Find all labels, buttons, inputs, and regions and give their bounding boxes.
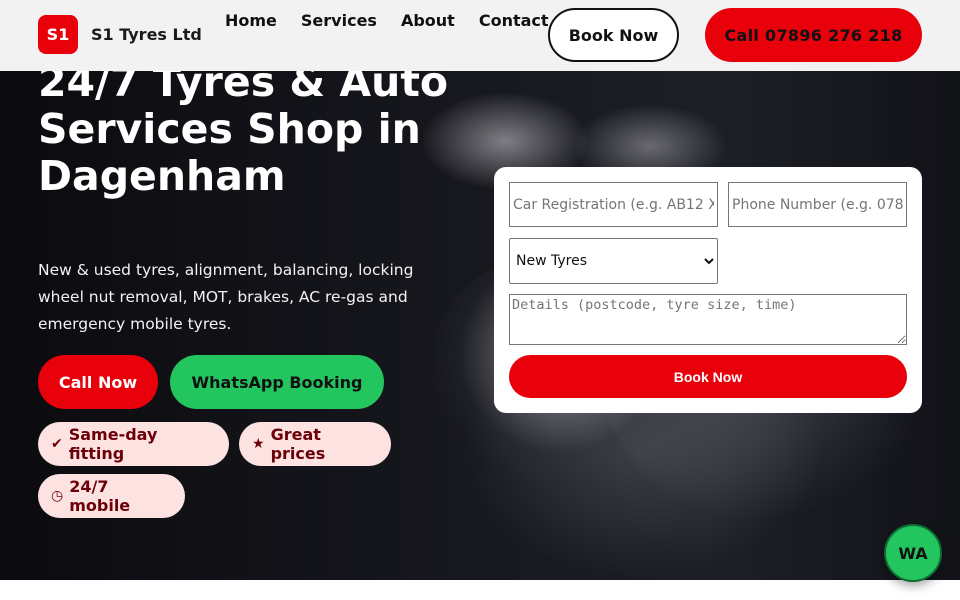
booking-form: New Tyres Book Now xyxy=(494,167,922,413)
hero-subtitle: New & used tyres, alignment, balancing, … xyxy=(38,261,414,333)
feature-pill-same-day: ✔ Same-day fitting xyxy=(38,422,229,466)
feature-pill-mobile: ◷ 24/7 mobile xyxy=(38,474,185,518)
phone-input[interactable] xyxy=(728,182,907,227)
call-now-button[interactable]: Call Now xyxy=(38,355,158,409)
pill-label: 24/7 mobile xyxy=(69,477,131,515)
tag-icon: ★ xyxy=(252,436,265,452)
logo-badge[interactable]: S1 xyxy=(38,15,78,54)
registration-input[interactable] xyxy=(509,182,718,227)
main-nav: Home Services About Contact xyxy=(225,11,573,30)
clock-icon: ◷ xyxy=(51,488,64,504)
nav-about[interactable]: About xyxy=(401,11,455,30)
header-book-button[interactable]: Book Now xyxy=(548,8,679,62)
pill-label: Same-day fitting xyxy=(68,425,158,463)
nav-services[interactable]: Services xyxy=(301,11,377,30)
service-select[interactable]: New Tyres xyxy=(509,238,718,284)
header-call-button[interactable]: Call 07896 276 218 xyxy=(705,8,922,62)
whatsapp-booking-button[interactable]: WhatsApp Booking xyxy=(170,355,384,409)
nav-home[interactable]: Home xyxy=(225,11,277,30)
form-book-button[interactable]: Book Now xyxy=(509,355,907,398)
nav-contact[interactable]: Contact xyxy=(479,11,549,30)
check-icon: ✔ xyxy=(51,436,63,452)
feature-pill-prices: ★ Great prices xyxy=(239,422,391,466)
brand-name[interactable]: S1 Tyres Ltd xyxy=(91,25,202,44)
details-textarea[interactable] xyxy=(509,294,907,345)
floating-whatsapp-button[interactable]: WA xyxy=(884,524,942,582)
hero-title: 24/7 Tyres & Auto Services Shop in Dagen… xyxy=(38,71,449,200)
hero-section: 24/7 Tyres & Auto Services Shop in Dagen… xyxy=(0,71,960,580)
site-header: S1 S1 Tyres Ltd Home Services About Cont… xyxy=(0,0,960,71)
pill-label: Great prices xyxy=(270,425,326,463)
